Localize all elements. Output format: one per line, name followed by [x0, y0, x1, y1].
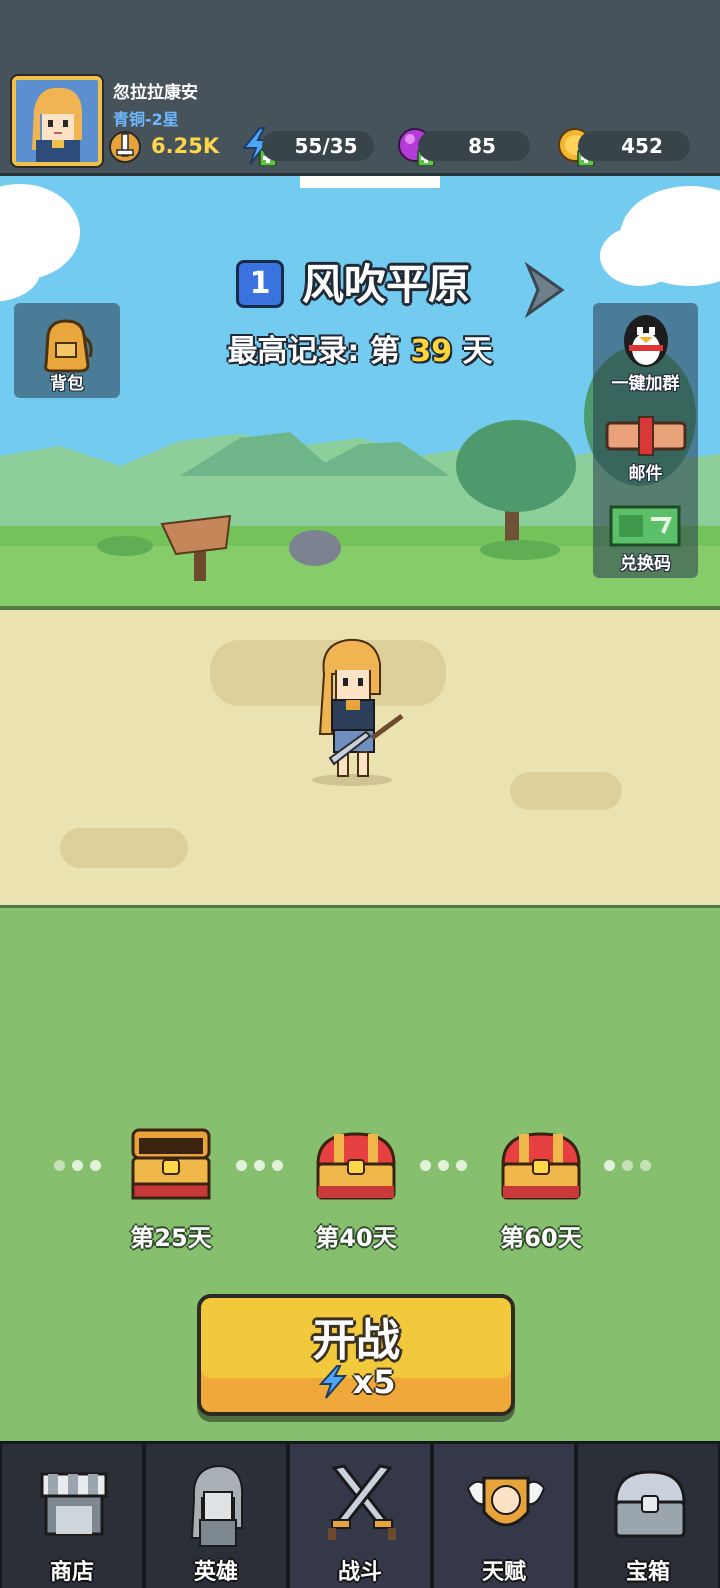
progress-dot [272, 1160, 283, 1171]
chest-icon [614, 1470, 686, 1538]
bottom-navigation: 商店 英雄 战斗 天赋 宝箱 [0, 1441, 720, 1588]
battle-path [0, 610, 720, 908]
record-prefix: 最高记录: 第 [227, 334, 400, 369]
milestone-label: 第25天 [130, 1224, 212, 1252]
progress-dot [254, 1160, 265, 1171]
start-battle-label: 开战 [312, 1315, 400, 1366]
player-name: 忽拉拉康安 [113, 83, 198, 103]
path-patch [60, 828, 188, 868]
progress-dots [54, 1160, 101, 1171]
nav-tab-shop[interactable]: 商店 [0, 1441, 144, 1588]
hero-icon [190, 1464, 244, 1547]
energy-cost: x5 [201, 1362, 511, 1402]
ticket-icon [609, 505, 681, 547]
bag-label: 背包 [50, 374, 84, 394]
combat-power: 6.25K [107, 128, 219, 164]
progress-dots [604, 1160, 651, 1171]
bag-button[interactable]: 背包 [14, 303, 120, 398]
mail-label: 邮件 [628, 464, 663, 484]
nav-label-hero: 英雄 [193, 1560, 238, 1585]
progress-dot [622, 1160, 633, 1171]
progress-dot [604, 1160, 615, 1171]
battle-icon [328, 1464, 396, 1540]
gold-counter: 452 [578, 131, 690, 161]
progress-dot [438, 1160, 449, 1171]
talent-icon [466, 1476, 546, 1527]
path-patch [510, 772, 622, 810]
top-status-bar: 忽拉拉康安 青铜-2星 6.25K 55/35 85 452 [0, 0, 720, 176]
join-group-label: 一键加群 [611, 374, 680, 394]
nav-label-shop: 商店 [49, 1560, 94, 1585]
progress-dot [456, 1160, 467, 1171]
backpack-icon [44, 319, 93, 373]
milestone-label: 第40天 [315, 1224, 397, 1252]
scroll-mail-icon [605, 416, 687, 456]
progress-dot [54, 1160, 65, 1171]
game-screen: 忽拉拉康安 青铜-2星 6.25K 55/35 85 452 1 风吹平原 最高… [0, 0, 720, 1588]
shop-icon [40, 1472, 108, 1536]
nav-label-battle: 战斗 [337, 1560, 382, 1585]
redeem-code-button[interactable]: 兑换码 [593, 495, 698, 575]
record-suffix: 天 [462, 334, 493, 369]
energy-cost-value: x5 [352, 1363, 396, 1401]
redeem-code-label: 兑换码 [620, 554, 671, 574]
nav-tab-battle[interactable]: 战斗 [288, 1441, 432, 1588]
power-icon [109, 131, 141, 163]
nav-label-chest: 宝箱 [625, 1560, 670, 1585]
player-avatar[interactable] [12, 76, 102, 166]
join-group-button[interactable]: 一键加群 [593, 303, 698, 395]
stage-number-badge: 1 [236, 260, 284, 308]
progress-dots [420, 1160, 467, 1171]
progress-dot [236, 1160, 247, 1171]
nav-label-talent: 天赋 [481, 1560, 526, 1585]
milestone-track: 第25天 第40天 第60天 [0, 1120, 720, 1260]
penguin-icon [624, 315, 668, 367]
mail-button[interactable]: 邮件 [593, 405, 698, 485]
closed-chest-icon[interactable] [314, 1124, 398, 1204]
right-side-panel: 一键加群 邮件 兑换码 [593, 303, 698, 578]
nav-tab-talent[interactable]: 天赋 [432, 1441, 576, 1588]
nav-tab-hero[interactable]: 英雄 [144, 1441, 288, 1588]
progress-dot [72, 1160, 83, 1171]
gold-value: 452 [621, 134, 663, 158]
player-rank: 青铜-2星 [113, 110, 179, 129]
energy-counter: 55/35 [262, 131, 374, 161]
energy-icon [318, 1365, 347, 1399]
stage-name: 风吹平原 [302, 260, 471, 309]
progress-dots [236, 1160, 283, 1171]
start-battle-button[interactable]: 开战 x5 [197, 1294, 515, 1416]
nav-tab-chest[interactable]: 宝箱 [576, 1441, 720, 1588]
milestone-label: 第60天 [500, 1224, 582, 1252]
closed-chest-icon[interactable] [499, 1124, 583, 1204]
progress-dot [90, 1160, 101, 1171]
progress-dot [640, 1160, 651, 1171]
energy-value: 55/35 [294, 134, 358, 158]
next-stage-arrow-icon[interactable] [522, 260, 568, 320]
gem-value: 85 [468, 134, 496, 158]
gem-counter: 85 [418, 131, 530, 161]
record-day: 39 [410, 334, 453, 369]
hero-character[interactable] [306, 634, 410, 788]
power-value: 6.25K [151, 134, 220, 158]
opened-chest-icon[interactable] [129, 1124, 213, 1204]
progress-dot [420, 1160, 431, 1171]
